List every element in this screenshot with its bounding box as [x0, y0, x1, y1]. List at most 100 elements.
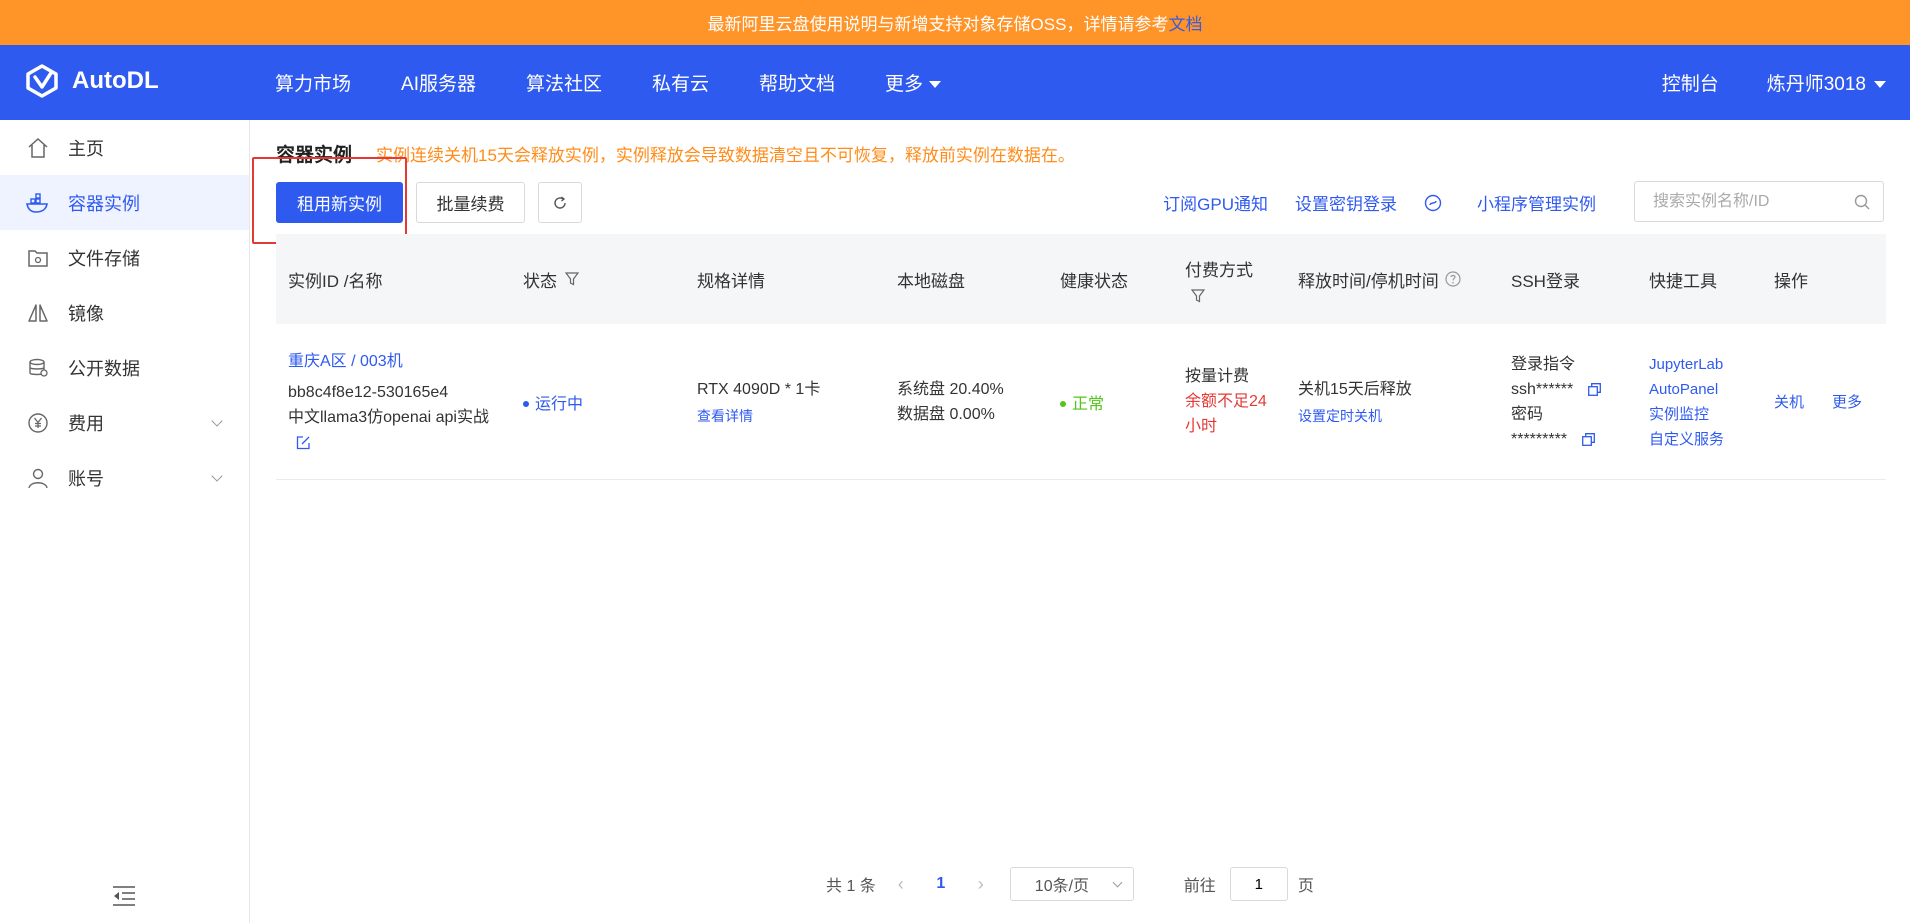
instance-monitor-link[interactable]: 实例监控: [1649, 402, 1762, 427]
pagination: 共 1 条 ‹ 1 › 10条/页 前往 页: [826, 866, 1314, 902]
billing-type: 按量计费: [1185, 368, 1250, 385]
page-size-select[interactable]: 10条/页: [1009, 867, 1134, 901]
shutdown-button[interactable]: 关机: [1774, 391, 1804, 412]
subscribe-gpu-link[interactable]: 订阅GPU通知: [1163, 190, 1268, 215]
header-status-label: 状态: [523, 271, 557, 291]
sidebar-item-images[interactable]: 镜像: [0, 285, 249, 340]
data-disk-usage: 数据盘 0.00%: [897, 405, 995, 423]
database-icon: [26, 356, 50, 380]
filter-icon[interactable]: [565, 272, 579, 286]
health-status: 正常: [1072, 395, 1105, 413]
nav-item-community[interactable]: 算法社区: [526, 69, 602, 96]
nav-item-private-cloud[interactable]: 私有云: [652, 69, 709, 96]
notice-doc-link[interactable]: 文档: [1168, 10, 1202, 35]
page-number[interactable]: 1: [916, 875, 966, 893]
cell-billing: 按量计费 余额不足24小时: [1173, 364, 1286, 439]
ssh-pwd-label: 密码: [1511, 405, 1544, 423]
ssh-cmd: ssh******: [1511, 380, 1574, 398]
health-dot: [1060, 401, 1066, 408]
copy-icon[interactable]: [1581, 432, 1595, 446]
page-title: 容器实例: [276, 145, 353, 166]
table-row: 重庆A区 / 003机 bb8c4f8e12-530165e4 中文llama3…: [276, 324, 1886, 480]
sidebar-item-label: 主页: [68, 138, 104, 159]
header-health: 健康状态: [1060, 271, 1128, 291]
nav-item-market[interactable]: 算力市场: [275, 69, 351, 96]
header-actions: 操作: [1774, 271, 1808, 291]
release-text: 关机15天后释放: [1298, 381, 1412, 398]
goto-label: 前往: [1183, 878, 1216, 895]
filter-icon[interactable]: [1191, 288, 1205, 303]
autopanel-link[interactable]: AutoPanel: [1649, 377, 1762, 402]
cell-health: 正常: [1048, 390, 1173, 414]
autodl-logo-icon: [26, 64, 58, 98]
header-billing: 付费方式: [1173, 256, 1286, 303]
caret-down-icon: [929, 81, 942, 89]
more-actions-button[interactable]: 更多: [1832, 391, 1862, 412]
total-count: 共 1 条: [826, 878, 876, 895]
prev-page-icon[interactable]: ‹: [886, 874, 916, 895]
instance-region-link[interactable]: 重庆A区 / 003机: [288, 349, 511, 374]
brand-name: AutoDL: [72, 67, 159, 94]
miniprogram-label: 小程序管理实例: [1477, 195, 1596, 214]
cell-status: 运行中: [511, 390, 685, 414]
header-ssh: SSH登录: [1511, 271, 1580, 291]
header-spec: 规格详情: [697, 271, 765, 291]
batch-renew-button[interactable]: 批量续费: [416, 182, 525, 223]
instance-name: 中文llama3仿openai api实战: [288, 405, 511, 455]
container-icon: [26, 191, 50, 215]
release-warning: 实例连续关机15天会释放实例，实例释放会导致数据清空且不可恢复，释放前实例在数据…: [376, 146, 1075, 165]
sidebar-item-account[interactable]: 账号: [0, 450, 249, 505]
page-suffix: 页: [1297, 878, 1314, 895]
header-status: 状态: [511, 267, 685, 292]
header-billing-label: 付费方式: [1185, 260, 1253, 280]
goto-page-input[interactable]: [1229, 867, 1288, 901]
jupyterlab-link[interactable]: JupyterLab: [1649, 352, 1762, 377]
brand-logo[interactable]: AutoDL: [24, 63, 159, 99]
nav-item-help-docs[interactable]: 帮助文档: [759, 69, 835, 96]
console-link[interactable]: 控制台: [1662, 69, 1719, 96]
schedule-shutdown-link[interactable]: 设置定时关机: [1298, 406, 1499, 426]
sidebar-item-label: 容器实例: [68, 193, 140, 214]
sidebar-item-file-storage[interactable]: 文件存储: [0, 230, 249, 285]
custom-service-link[interactable]: 自定义服务: [1649, 427, 1762, 452]
search-input[interactable]: [1634, 181, 1884, 222]
cell-id-name: 重庆A区 / 003机 bb8c4f8e12-530165e4 中文llama3…: [276, 349, 511, 455]
page-size-value: 10条/页: [1034, 878, 1090, 895]
sidebar-item-label: 费用: [68, 413, 104, 434]
cell-ssh: 登录指令 ssh****** 密码 *********: [1499, 352, 1637, 452]
title-row: 容器实例 实例连续关机15天会释放实例，实例释放会导致数据清空且不可恢复，释放前…: [276, 140, 1075, 167]
ssh-key-login-link[interactable]: 设置密钥登录: [1295, 190, 1397, 215]
nav-item-ai-server[interactable]: AI服务器: [401, 69, 476, 96]
sidebar-item-label: 镜像: [68, 303, 104, 324]
cell-disk: 系统盘 20.40% 数据盘 0.00%: [885, 377, 1048, 427]
yen-icon: [26, 411, 50, 435]
collapse-sidebar-icon[interactable]: [112, 885, 136, 907]
notice-text: 最新阿里云盘使用说明与新增支持对象存储OSS，详情请参考: [707, 15, 1169, 34]
chevron-down-icon: [211, 470, 223, 482]
next-page-icon[interactable]: ›: [966, 874, 996, 895]
sidebar-item-home[interactable]: 主页: [0, 120, 249, 175]
ssh-pwd-row: *********: [1511, 427, 1637, 452]
rent-new-instance-button[interactable]: 租用新实例: [276, 182, 403, 223]
user-menu[interactable]: 炼丹师3018: [1767, 69, 1886, 96]
ssh-password: *********: [1511, 430, 1568, 448]
refresh-button[interactable]: [538, 182, 582, 223]
user-name: 炼丹师3018: [1766, 74, 1866, 95]
cell-tools: JupyterLab AutoPanel 实例监控 自定义服务: [1637, 352, 1762, 452]
top-nav: AutoDL 算力市场 AI服务器 算法社区 私有云 帮助文档 更多 控制台 炼…: [0, 45, 1910, 120]
nav-more-label: 更多: [885, 74, 924, 95]
help-icon[interactable]: [1445, 271, 1461, 287]
sidebar-item-containers[interactable]: 容器实例: [0, 175, 249, 230]
ssh-cmd-label: 登录指令: [1511, 355, 1576, 373]
sidebar-item-public-data[interactable]: 公开数据: [0, 340, 249, 395]
sidebar-item-billing[interactable]: 费用: [0, 395, 249, 450]
miniprogram-link[interactable]: 小程序管理实例: [1424, 190, 1596, 215]
instance-table: 实例ID /名称 状态 规格详情 本地磁盘 健康状态 付费方式 释放时间/停机时…: [276, 234, 1886, 480]
ssh-cmd-row: ssh******: [1511, 377, 1637, 402]
nav-item-more[interactable]: 更多: [885, 69, 942, 96]
search-icon[interactable]: [1854, 194, 1870, 210]
copy-icon[interactable]: [1587, 382, 1601, 396]
edit-icon[interactable]: [296, 435, 311, 450]
chevron-down-icon: [211, 415, 223, 427]
view-details-link[interactable]: 查看详情: [697, 406, 885, 426]
